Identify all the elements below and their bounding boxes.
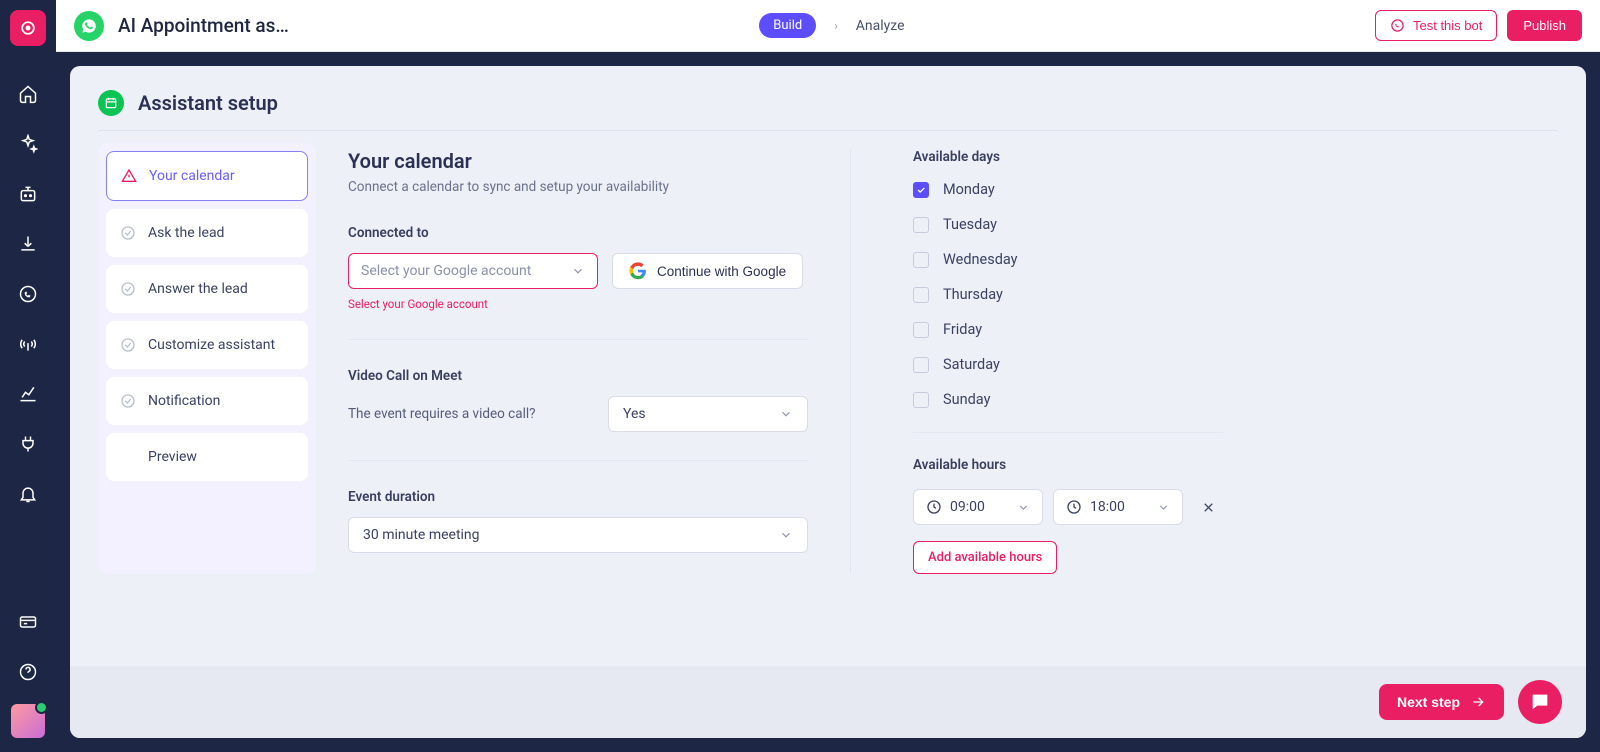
google-account-select[interactable]: Select your Google account — [348, 253, 598, 289]
duration-label: Event duration — [348, 489, 808, 505]
chevron-down-icon — [571, 264, 585, 278]
video-call-question: The event requires a video call? — [348, 406, 536, 422]
close-icon — [1201, 500, 1216, 515]
day-checkbox-wednesday[interactable]: Wednesday — [913, 251, 1223, 268]
top-header: AI Appointment as… Build › Analyze Test … — [56, 0, 1600, 52]
page-title: Assistant setup — [138, 91, 278, 115]
step-customize-assistant[interactable]: Customize assistant — [106, 321, 308, 369]
left-nav-sidebar — [0, 0, 56, 752]
availability-panel: Available days Monday Tuesday Wednesday … — [913, 143, 1223, 574]
tab-build[interactable]: Build — [759, 13, 816, 38]
assistant-setup-icon — [98, 90, 124, 116]
day-checkbox-tuesday[interactable]: Tuesday — [913, 216, 1223, 233]
brand-logo-icon[interactable] — [10, 10, 46, 46]
step-answer-the-lead[interactable]: Answer the lead — [106, 265, 308, 313]
app-title: AI Appointment as… — [118, 14, 289, 37]
chevron-down-icon — [779, 407, 793, 421]
checkbox-unchecked-icon — [913, 357, 929, 373]
chevron-down-icon — [1157, 501, 1170, 514]
user-avatar[interactable] — [11, 704, 45, 738]
tab-analyze[interactable]: Analyze — [856, 18, 905, 34]
video-call-select[interactable]: Yes — [608, 396, 808, 432]
check-circle-icon — [120, 337, 136, 353]
add-available-hours-button[interactable]: Add available hours — [913, 541, 1057, 574]
analytics-icon[interactable] — [10, 376, 46, 412]
hours-to-select[interactable]: 18:00 — [1053, 489, 1183, 525]
whatsapp-icon[interactable] — [10, 276, 46, 312]
bottom-bar: Next step — [70, 666, 1586, 738]
main-content: Assistant setup Your calendar Ask the le… — [70, 66, 1586, 738]
card-icon[interactable] — [10, 604, 46, 640]
next-step-button[interactable]: Next step — [1379, 684, 1504, 720]
check-circle-icon — [120, 281, 136, 297]
step-preview[interactable]: Preview — [106, 433, 308, 481]
clock-icon — [1066, 499, 1082, 515]
checkbox-unchecked-icon — [913, 392, 929, 408]
checkbox-unchecked-icon — [913, 322, 929, 338]
remove-hours-button[interactable] — [1193, 492, 1223, 522]
chevron-down-icon — [779, 528, 793, 542]
plug-icon[interactable] — [10, 426, 46, 462]
chat-bubble-icon — [1529, 691, 1551, 713]
day-checkbox-monday[interactable]: Monday — [913, 181, 1223, 198]
download-icon[interactable] — [10, 226, 46, 262]
duration-select[interactable]: 30 minute meeting — [348, 517, 808, 553]
calendar-title: Your calendar — [348, 149, 808, 173]
account-error-text: Select your Google account — [348, 297, 598, 311]
day-checkbox-saturday[interactable]: Saturday — [913, 356, 1223, 373]
calendar-subtitle: Connect a calendar to sync and setup you… — [348, 179, 808, 195]
bell-icon[interactable] — [10, 476, 46, 512]
bot-icon[interactable] — [10, 176, 46, 212]
chevron-down-icon — [1017, 501, 1030, 514]
google-logo-icon — [629, 262, 647, 280]
steps-sidebar: Your calendar Ask the lead Answer the le… — [98, 143, 316, 574]
step-notification[interactable]: Notification — [106, 377, 308, 425]
step-ask-the-lead[interactable]: Ask the lead — [106, 209, 308, 257]
chevron-right-icon: › — [834, 19, 838, 33]
warning-triangle-icon — [121, 168, 137, 184]
sparkle-icon[interactable] — [10, 126, 46, 162]
available-days-label: Available days — [913, 149, 1223, 165]
connected-to-label: Connected to — [348, 225, 808, 241]
test-bot-button[interactable]: Test this bot — [1375, 10, 1497, 41]
calendar-settings-panel: Your calendar Connect a calendar to sync… — [348, 143, 808, 574]
video-call-label: Video Call on Meet — [348, 368, 808, 384]
hours-from-select[interactable]: 09:00 — [913, 489, 1043, 525]
day-checkbox-sunday[interactable]: Sunday — [913, 391, 1223, 408]
whatsapp-outline-icon — [1390, 18, 1405, 33]
broadcast-icon[interactable] — [10, 326, 46, 362]
step-your-calendar[interactable]: Your calendar — [106, 151, 308, 201]
check-circle-icon — [120, 393, 136, 409]
chat-fab-button[interactable] — [1518, 680, 1562, 724]
vertical-divider — [850, 149, 851, 574]
home-icon[interactable] — [10, 76, 46, 112]
publish-button[interactable]: Publish — [1507, 10, 1582, 41]
whatsapp-channel-icon — [74, 11, 104, 41]
day-checkbox-thursday[interactable]: Thursday — [913, 286, 1223, 303]
checkbox-checked-icon — [913, 182, 929, 198]
header-tabs: Build › Analyze — [289, 13, 1375, 38]
help-icon[interactable] — [10, 654, 46, 690]
clock-icon — [926, 499, 942, 515]
arrow-right-icon — [1470, 694, 1486, 710]
check-circle-icon — [120, 225, 136, 241]
available-hours-label: Available hours — [913, 457, 1223, 473]
continue-with-google-button[interactable]: Continue with Google — [612, 253, 803, 289]
day-checkbox-friday[interactable]: Friday — [913, 321, 1223, 338]
checkbox-unchecked-icon — [913, 217, 929, 233]
checkbox-unchecked-icon — [913, 252, 929, 268]
checkbox-unchecked-icon — [913, 287, 929, 303]
